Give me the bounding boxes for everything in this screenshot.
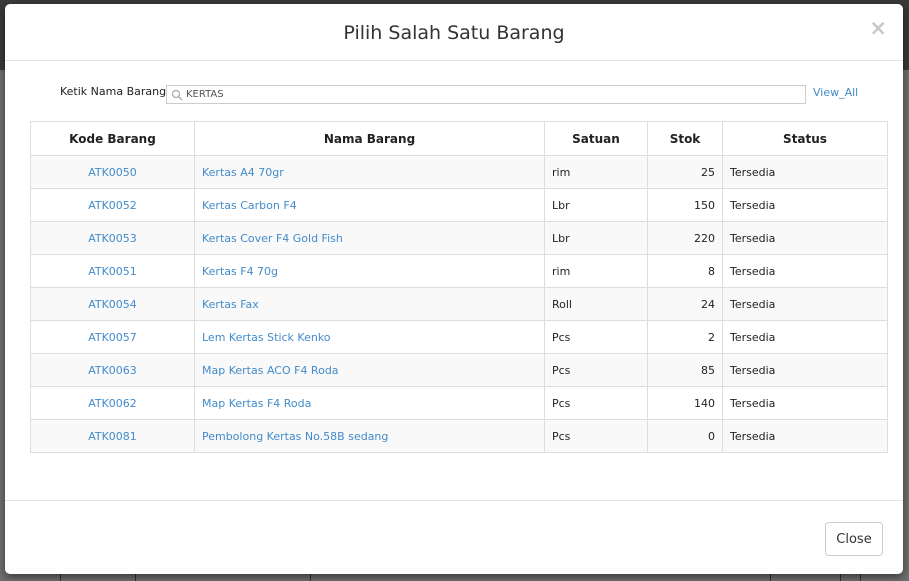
cell-status: Tersedia <box>722 254 888 288</box>
close-button[interactable]: Close <box>825 522 883 556</box>
cell-kode: ATK0063 <box>30 353 195 387</box>
item-name-link[interactable]: Kertas A4 70gr <box>202 166 284 179</box>
column-header-satuan[interactable]: Satuan <box>544 121 648 156</box>
cell-status: Tersedia <box>722 155 888 189</box>
table-row[interactable]: ATK0057 Lem Kertas Stick Kenko Pcs 2 Ter… <box>30 320 888 354</box>
close-icon[interactable]: × <box>869 18 887 39</box>
item-name-link[interactable]: Kertas F4 70g <box>202 265 278 278</box>
view-all-link[interactable]: View_All <box>813 86 858 99</box>
table-row[interactable]: ATK0062 Map Kertas F4 Roda Pcs 140 Terse… <box>30 386 888 420</box>
search-field[interactable] <box>166 85 806 104</box>
cell-status: Tersedia <box>722 320 888 354</box>
cell-satuan: Lbr <box>544 188 648 222</box>
table-row[interactable]: ATK0050 Kertas A4 70gr rim 25 Tersedia <box>30 155 888 189</box>
item-name-link[interactable]: Kertas Fax <box>202 298 259 311</box>
cell-nama: Kertas Fax <box>194 287 545 321</box>
cell-kode: ATK0062 <box>30 386 195 420</box>
item-code-link[interactable]: ATK0057 <box>88 331 137 344</box>
cell-satuan: rim <box>544 155 648 189</box>
item-name-link[interactable]: Map Kertas ACO F4 Roda <box>202 364 339 377</box>
item-name-link[interactable]: Lem Kertas Stick Kenko <box>202 331 331 344</box>
cell-kode: ATK0053 <box>30 221 195 255</box>
cell-satuan: Pcs <box>544 353 648 387</box>
cell-kode: ATK0054 <box>30 287 195 321</box>
cell-kode: ATK0051 <box>30 254 195 288</box>
item-name-link[interactable]: Kertas Carbon F4 <box>202 199 297 212</box>
item-code-link[interactable]: ATK0050 <box>88 166 137 179</box>
table-header-row: Kode Barang Nama Barang Satuan Stok Stat… <box>30 121 888 156</box>
cell-satuan: Pcs <box>544 419 648 453</box>
table-row[interactable]: ATK0063 Map Kertas ACO F4 Roda Pcs 85 Te… <box>30 353 888 387</box>
column-header-stok[interactable]: Stok <box>647 121 723 156</box>
table-row[interactable]: ATK0054 Kertas Fax Roll 24 Tersedia <box>30 287 888 321</box>
cell-nama: Map Kertas F4 Roda <box>194 386 545 420</box>
cell-kode: ATK0050 <box>30 155 195 189</box>
cell-kode: ATK0052 <box>30 188 195 222</box>
cell-stok: 2 <box>647 320 723 354</box>
cell-nama: Kertas Cover F4 Gold Fish <box>194 221 545 255</box>
cell-stok: 0 <box>647 419 723 453</box>
table-row[interactable]: ATK0052 Kertas Carbon F4 Lbr 150 Tersedi… <box>30 188 888 222</box>
table-row[interactable]: ATK0053 Kertas Cover F4 Gold Fish Lbr 22… <box>30 221 888 255</box>
items-table: Kode Barang Nama Barang Satuan Stok Stat… <box>30 121 888 453</box>
cell-satuan: Roll <box>544 287 648 321</box>
cell-status: Tersedia <box>722 188 888 222</box>
cell-satuan: rim <box>544 254 648 288</box>
cell-satuan: Lbr <box>544 221 648 255</box>
item-name-link[interactable]: Map Kertas F4 Roda <box>202 397 311 410</box>
cell-satuan: Pcs <box>544 320 648 354</box>
cell-kode: ATK0057 <box>30 320 195 354</box>
search-input[interactable] <box>186 86 796 103</box>
modal-footer: Close <box>5 500 903 575</box>
item-name-link[interactable]: Pembolong Kertas No.58B sedang <box>202 430 388 443</box>
cell-nama: Pembolong Kertas No.58B sedang <box>194 419 545 453</box>
cell-stok: 85 <box>647 353 723 387</box>
cell-satuan: Pcs <box>544 386 648 420</box>
cell-stok: 140 <box>647 386 723 420</box>
cell-nama: Map Kertas ACO F4 Roda <box>194 353 545 387</box>
column-header-kode[interactable]: Kode Barang <box>30 121 195 156</box>
search-icon <box>171 89 183 101</box>
cell-nama: Kertas A4 70gr <box>194 155 545 189</box>
item-code-link[interactable]: ATK0081 <box>88 430 137 443</box>
cell-nama: Kertas F4 70g <box>194 254 545 288</box>
cell-stok: 150 <box>647 188 723 222</box>
cell-status: Tersedia <box>722 287 888 321</box>
cell-status: Tersedia <box>722 221 888 255</box>
cell-kode: ATK0081 <box>30 419 195 453</box>
item-code-link[interactable]: ATK0063 <box>88 364 137 377</box>
cell-status: Tersedia <box>722 419 888 453</box>
cell-stok: 25 <box>647 155 723 189</box>
item-code-link[interactable]: ATK0054 <box>88 298 137 311</box>
item-code-link[interactable]: ATK0052 <box>88 199 137 212</box>
column-header-status[interactable]: Status <box>722 121 888 156</box>
item-code-link[interactable]: ATK0062 <box>88 397 137 410</box>
cell-nama: Lem Kertas Stick Kenko <box>194 320 545 354</box>
table-row[interactable]: ATK0051 Kertas F4 70g rim 8 Tersedia <box>30 254 888 288</box>
modal-header: Pilih Salah Satu Barang × <box>5 4 903 61</box>
item-picker-modal: Pilih Salah Satu Barang × Ketik Nama Bar… <box>5 4 903 574</box>
item-code-link[interactable]: ATK0053 <box>88 232 137 245</box>
cell-nama: Kertas Carbon F4 <box>194 188 545 222</box>
search-label: Ketik Nama Barang : <box>60 85 174 98</box>
modal-title: Pilih Salah Satu Barang <box>343 22 565 44</box>
item-name-link[interactable]: Kertas Cover F4 Gold Fish <box>202 232 343 245</box>
cell-status: Tersedia <box>722 353 888 387</box>
column-header-nama[interactable]: Nama Barang <box>194 121 545 156</box>
cell-stok: 220 <box>647 221 723 255</box>
table-row[interactable]: ATK0081 Pembolong Kertas No.58B sedang P… <box>30 419 888 453</box>
item-code-link[interactable]: ATK0051 <box>88 265 137 278</box>
cell-status: Tersedia <box>722 386 888 420</box>
cell-stok: 24 <box>647 287 723 321</box>
cell-stok: 8 <box>647 254 723 288</box>
